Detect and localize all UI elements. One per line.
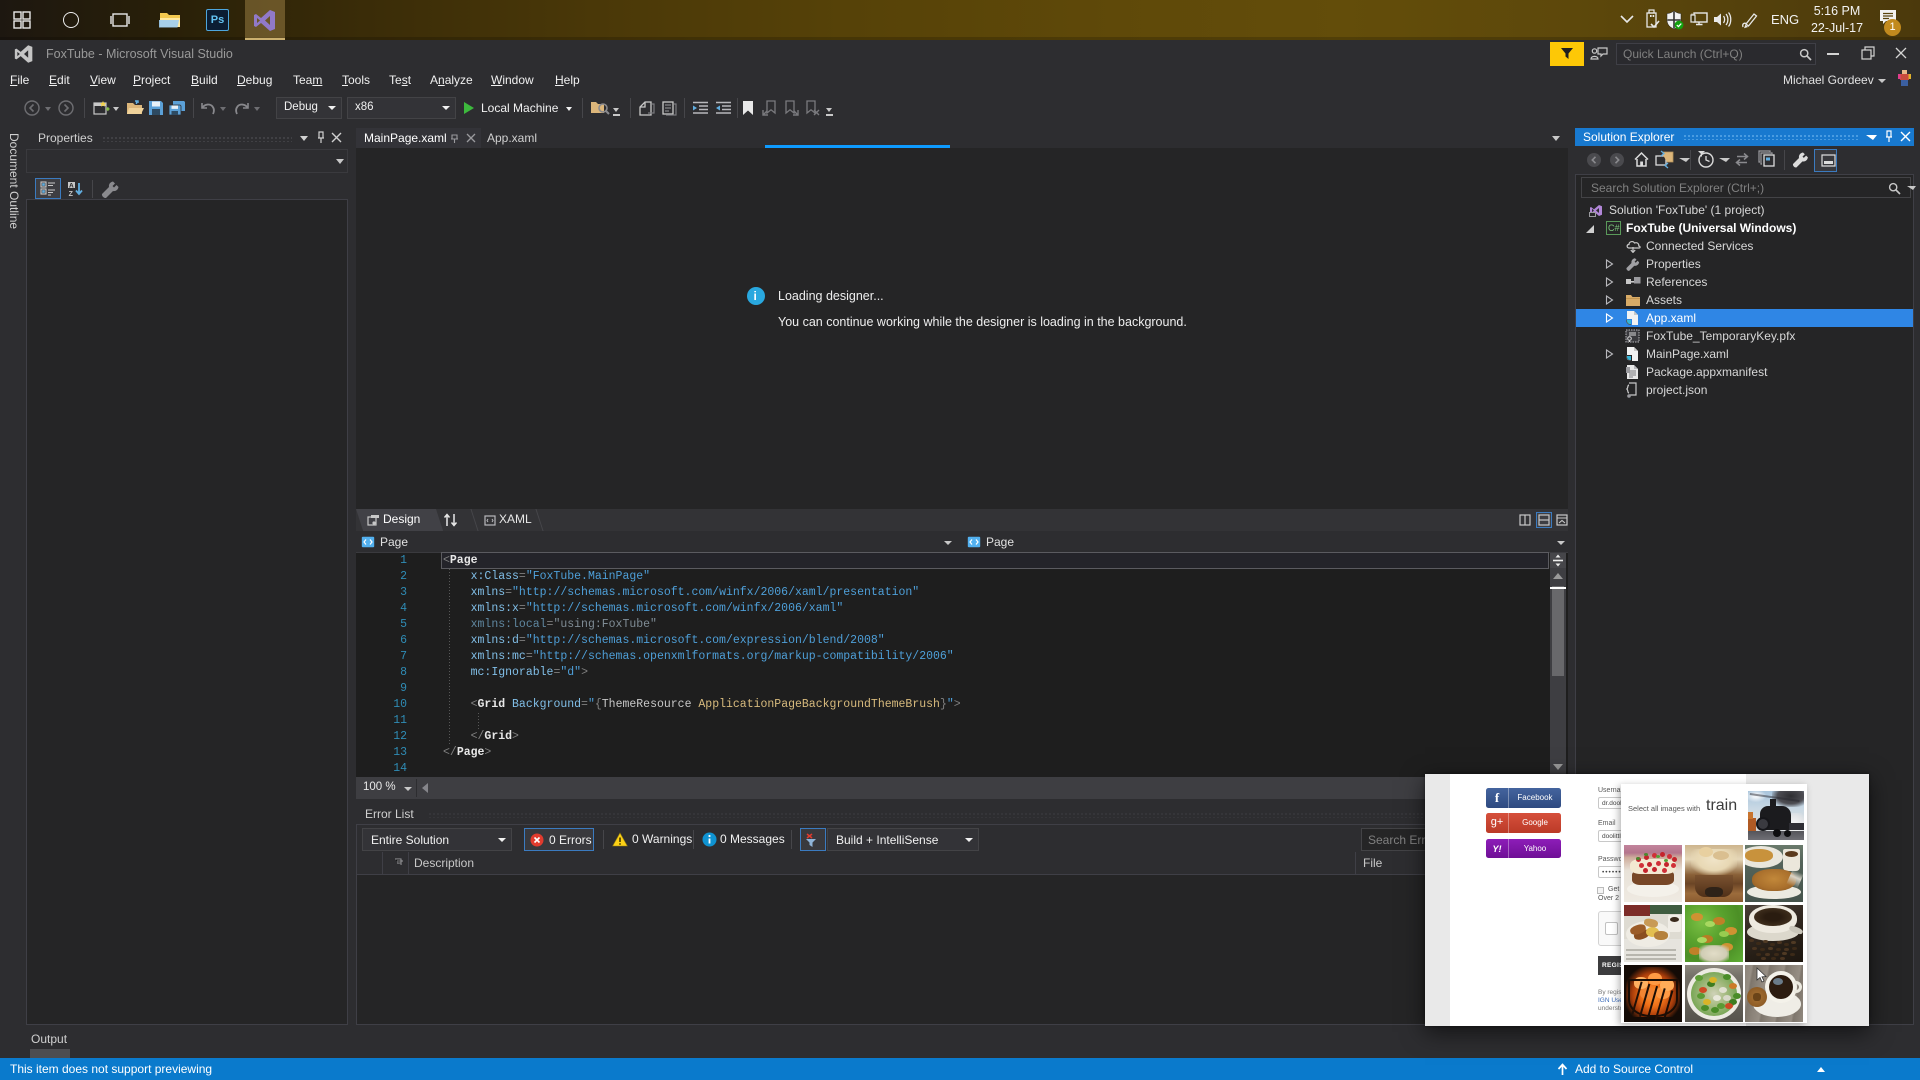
svg-text:Z: Z [69,191,74,197]
svg-text:A: A [69,182,74,189]
